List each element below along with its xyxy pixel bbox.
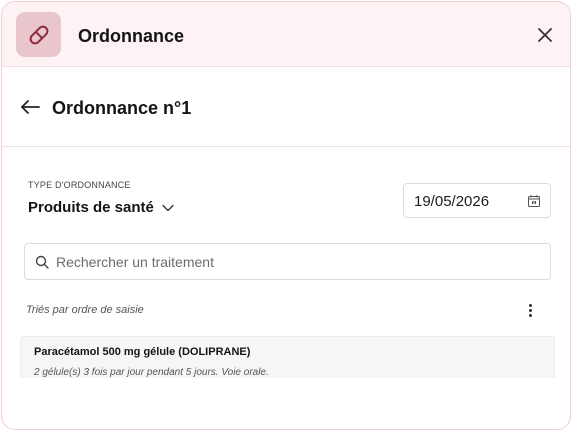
calendar-icon[interactable] — [527, 194, 541, 208]
prescription-type-value: Produits de santé — [28, 199, 154, 216]
prescription-type-select[interactable]: Produits de santé — [28, 199, 174, 216]
more-options-icon[interactable] — [522, 301, 538, 319]
prescription-subheader: Ordonnance n°1 — [2, 68, 570, 147]
treatment-name: Paracétamol 500 mg gélule (DOLIPRANE) — [34, 346, 251, 358]
back-arrow-icon[interactable] — [18, 96, 42, 118]
date-value: 19/05/2026 — [414, 193, 490, 210]
sort-order-label: Triés par ordre de saisie — [26, 304, 144, 316]
treatment-dosage: 2 gélule(s) 3 fois par jour pendant 5 jo… — [34, 367, 269, 378]
search-box[interactable] — [24, 243, 551, 280]
treatment-list: Paracétamol 500 mg gélule (DOLIPRANE) 2 … — [20, 336, 555, 378]
prescription-modal: Ordonnance Ordonnance n°1 TYPE D'ORDONNA… — [1, 1, 571, 430]
modal-header: Ordonnance — [2, 2, 570, 67]
date-field[interactable]: 19/05/2026 — [403, 183, 551, 218]
list-item[interactable]: Paracétamol 500 mg gélule (DOLIPRANE) 2 … — [20, 336, 555, 378]
pill-icon — [16, 12, 61, 57]
close-icon[interactable] — [534, 24, 556, 46]
prescription-type-label: TYPE D'ORDONNANCE — [28, 180, 131, 190]
prescription-number-title: Ordonnance n°1 — [52, 98, 192, 118]
search-input[interactable] — [56, 244, 536, 279]
search-icon — [35, 255, 49, 269]
chevron-down-icon — [162, 204, 174, 211]
modal-title: Ordonnance — [78, 26, 185, 46]
